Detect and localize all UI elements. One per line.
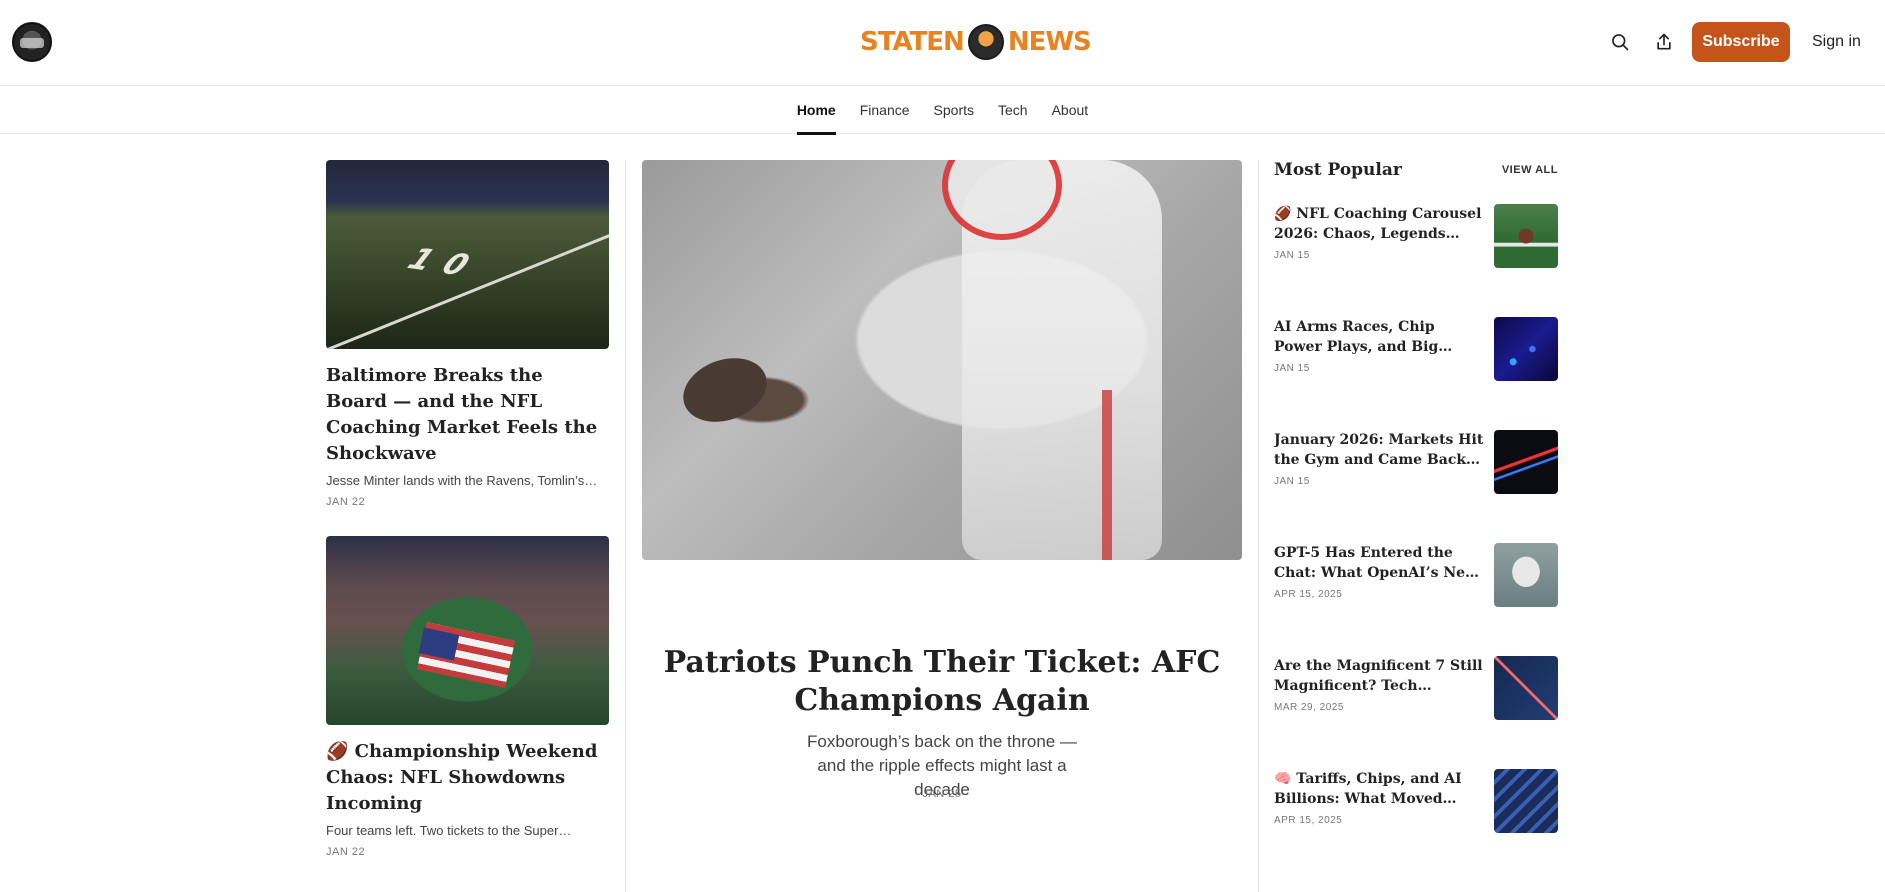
popular-item-title[interactable]: AI Arms Races, Chip Power Plays, and Big… [1274,317,1484,357]
column-divider [625,160,626,892]
tab-sports[interactable]: Sports [922,86,986,134]
popular-item[interactable]: AI Arms Races, Chip Power Plays, and Big… [1274,317,1558,383]
popular-item-thumbnail[interactable] [1494,769,1558,833]
popular-item-thumbnail[interactable] [1494,204,1558,268]
popular-item[interactable]: GPT-5 Has Entered the Chat: What OpenAI’… [1274,543,1558,609]
share-icon[interactable] [1652,30,1676,54]
search-icon[interactable] [1608,30,1632,54]
popular-item-date: APR 15, 2025 [1274,815,1343,826]
popular-item-date: JAN 15 [1274,250,1310,261]
post-card[interactable]: 🏈 Championship Weekend Chaos: NFL Showdo… [326,536,609,858]
logo-text-right: NEWS [1007,27,1092,57]
view-all-link[interactable]: VIEW ALL [1502,164,1558,176]
popular-item-title[interactable]: GPT-5 Has Entered the Chat: What OpenAI’… [1274,543,1484,583]
popular-item[interactable]: 🧠 Tariffs, Chips, and AI Billions: What … [1274,769,1558,835]
post-date: JAN 22 [326,846,366,858]
post-subtitle: Four teams left. Two tickets to the Supe… [326,823,572,838]
most-popular-header: Most Popular VIEW ALL [1274,160,1558,180]
post-image-stadium-flag[interactable] [326,536,609,725]
tab-tech[interactable]: Tech [986,86,1040,134]
post-image-football-field[interactable] [326,160,609,349]
popular-item[interactable]: Are the Magnificent 7 Still Magnificent?… [1274,656,1558,722]
popular-item[interactable]: 🏈 NFL Coaching Carousel 2026: Chaos, Leg… [1274,204,1558,270]
popular-item-thumbnail[interactable] [1494,543,1558,607]
feature-image-stripe [1102,390,1112,560]
subscribe-button[interactable]: Subscribe [1692,22,1790,62]
popular-item-date: MAR 29, 2025 [1274,702,1344,713]
post-title[interactable]: 🏈 Championship Weekend Chaos: NFL Showdo… [326,739,609,817]
section-nav: Home Finance Sports Tech About [0,86,1885,135]
tab-about[interactable]: About [1040,86,1101,134]
feature-image[interactable] [642,160,1242,560]
tab-home[interactable]: Home [785,86,848,135]
feature-date: JAN 25 [922,788,962,800]
football-icon [674,347,776,433]
popular-item-date: JAN 15 [1274,476,1310,487]
top-header: STATEN NEWS Subscribe Sign in [0,0,1885,86]
popular-item-title[interactable]: 🧠 Tariffs, Chips, and AI Billions: What … [1274,769,1484,809]
logo-text-left: STATEN [860,27,965,57]
column-divider [1258,160,1259,892]
popular-item-thumbnail[interactable] [1494,317,1558,381]
post-card[interactable]: Baltimore Breaks the Board — and the NFL… [326,160,609,508]
popular-item[interactable]: January 2026: Markets Hit the Gym and Ca… [1274,430,1558,496]
popular-item-title[interactable]: January 2026: Markets Hit the Gym and Ca… [1274,430,1484,470]
publication-avatar[interactable] [12,22,52,62]
popular-item-thumbnail[interactable] [1494,430,1558,494]
popular-item-date: APR 15, 2025 [1274,589,1343,600]
most-popular-title: Most Popular [1274,160,1402,180]
popular-item-date: JAN 15 [1274,363,1310,374]
popular-item-thumbnail[interactable] [1494,656,1558,720]
post-title[interactable]: Baltimore Breaks the Board — and the NFL… [326,363,609,467]
site-logo[interactable]: STATEN NEWS [860,22,1092,62]
post-date: JAN 22 [326,496,366,508]
feature-title[interactable]: Patriots Punch Their Ticket: AFC Champio… [642,644,1242,720]
popular-item-title[interactable]: Are the Magnificent 7 Still Magnificent?… [1274,656,1484,696]
popular-item-title[interactable]: 🏈 NFL Coaching Carousel 2026: Chaos, Leg… [1274,204,1484,244]
logo-badge-icon [967,24,1004,60]
sign-in-button[interactable]: Sign in [1800,22,1873,62]
tab-finance[interactable]: Finance [848,86,922,134]
post-subtitle: Jesse Minter lands with the Ravens, Toml… [326,473,598,488]
